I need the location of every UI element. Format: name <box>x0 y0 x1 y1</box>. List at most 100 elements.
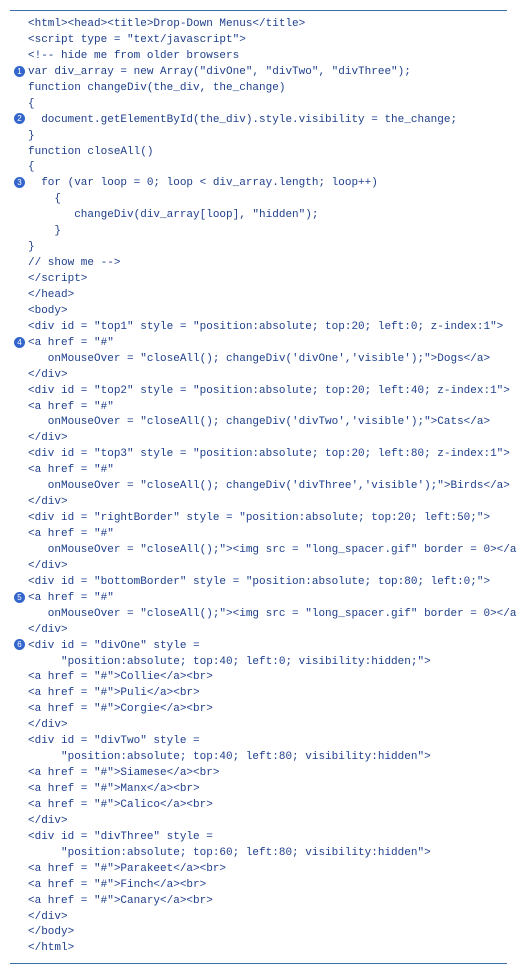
code-line: { <box>14 160 503 176</box>
callout-bullet: 4 <box>14 336 28 351</box>
code-line: changeDiv(div_array[loop], "hidden"); <box>14 208 503 224</box>
code-text: document.getElementById(the_div).style.v… <box>28 113 457 129</box>
code-text: <div id = "rightBorder" style = "positio… <box>28 511 490 527</box>
code-line: <script type = "text/javascript"> <box>14 33 503 49</box>
code-text: <a href = "#">Siamese</a><br> <box>28 766 219 782</box>
code-text: <!-- hide me from older browsers <box>28 49 239 65</box>
code-text: onMouseOver = "closeAll();"><img src = "… <box>28 607 517 623</box>
code-text: "position:absolute; top:40; left:0; visi… <box>28 655 431 671</box>
code-text: <div id = "divThree" style = <box>28 830 213 846</box>
code-line: 3 for (var loop = 0; loop < div_array.le… <box>14 176 503 192</box>
code-line: } <box>14 240 503 256</box>
code-line: 4<a href = "#" <box>14 336 503 352</box>
code-text: <a href = "#">Collie</a><br> <box>28 670 213 686</box>
code-line: <div id = "top3" style = "position:absol… <box>14 447 503 463</box>
code-line: <body> <box>14 304 503 320</box>
code-line: onMouseOver = "closeAll(); changeDiv('di… <box>14 415 503 431</box>
code-text: { <box>28 160 35 176</box>
code-text: <a href = "#" <box>28 527 114 543</box>
callout-number: 5 <box>14 592 25 603</box>
code-text: } <box>28 224 61 240</box>
code-text: </script> <box>28 272 87 288</box>
code-line: onMouseOver = "closeAll(); changeDiv('di… <box>14 352 503 368</box>
callout-bullet: 3 <box>14 176 28 191</box>
code-text: } <box>28 129 35 145</box>
code-line: </div> <box>14 910 503 926</box>
code-line: // show me --> <box>14 256 503 272</box>
code-line: <a href = "#" <box>14 400 503 416</box>
code-line: onMouseOver = "closeAll();"><img src = "… <box>14 543 503 559</box>
code-text: onMouseOver = "closeAll(); changeDiv('di… <box>28 479 510 495</box>
callout-bullet: 6 <box>14 639 28 654</box>
code-text: "position:absolute; top:40; left:80; vis… <box>28 750 431 766</box>
code-line: </body> <box>14 925 503 941</box>
code-text: <div id = "top3" style = "position:absol… <box>28 447 510 463</box>
callout-number: 4 <box>14 337 25 348</box>
code-text: { <box>28 192 61 208</box>
code-text: var div_array = new Array("divOne", "div… <box>28 65 411 81</box>
code-line: <a href = "#" <box>14 463 503 479</box>
callout-number: 6 <box>14 639 25 650</box>
code-text: <body> <box>28 304 68 320</box>
code-line: </div> <box>14 368 503 384</box>
code-text: <a href = "#" <box>28 591 114 607</box>
callout-number: 2 <box>14 113 25 124</box>
code-line: </div> <box>14 623 503 639</box>
code-text: changeDiv(div_array[loop], "hidden"); <box>28 208 318 224</box>
code-text: } <box>28 240 35 256</box>
code-text: function changeDiv(the_div, the_change) <box>28 81 285 97</box>
callout-bullet: 2 <box>14 113 28 128</box>
callout-number: 3 <box>14 177 25 188</box>
code-text: <script type = "text/javascript"> <box>28 33 246 49</box>
code-line: </div> <box>14 718 503 734</box>
code-line: <div id = "divThree" style = <box>14 830 503 846</box>
code-line: </div> <box>14 814 503 830</box>
code-line: function changeDiv(the_div, the_change) <box>14 81 503 97</box>
code-line: <div id = "divTwo" style = <box>14 734 503 750</box>
code-line: <a href = "#">Finch</a><br> <box>14 878 503 894</box>
code-text: <a href = "#">Parakeet</a><br> <box>28 862 226 878</box>
code-text: "position:absolute; top:60; left:80; vis… <box>28 846 431 862</box>
code-line: <a href = "#">Parakeet</a><br> <box>14 862 503 878</box>
code-text: </head> <box>28 288 74 304</box>
code-line: <div id = "bottomBorder" style = "positi… <box>14 575 503 591</box>
code-text: <a href = "#">Manx</a><br> <box>28 782 200 798</box>
code-listing: <html><head><title>Drop-Down Menus</titl… <box>10 10 507 964</box>
code-text: // show me --> <box>28 256 120 272</box>
code-line: } <box>14 224 503 240</box>
code-text: <a href = "#">Corgie</a><br> <box>28 702 213 718</box>
code-text: </div> <box>28 910 68 926</box>
code-text: <a href = "#" <box>28 463 114 479</box>
code-line: onMouseOver = "closeAll(); changeDiv('di… <box>14 479 503 495</box>
code-line: { <box>14 192 503 208</box>
code-text: </div> <box>28 495 68 511</box>
code-text: </body> <box>28 925 74 941</box>
code-text: <a href = "#">Finch</a><br> <box>28 878 206 894</box>
code-line: 2 document.getElementById(the_div).style… <box>14 113 503 129</box>
code-line: </div> <box>14 495 503 511</box>
code-text: <a href = "#" <box>28 336 114 352</box>
code-text: <div id = "top2" style = "position:absol… <box>28 384 510 400</box>
code-line: </head> <box>14 288 503 304</box>
code-line: { <box>14 97 503 113</box>
code-line: <!-- hide me from older browsers <box>14 49 503 65</box>
code-line: <a href = "#" <box>14 527 503 543</box>
code-text: </html> <box>28 941 74 957</box>
callout-bullet: 5 <box>14 591 28 606</box>
code-text: <html><head><title>Drop-Down Menus</titl… <box>28 17 305 33</box>
code-text: <a href = "#">Canary</a><br> <box>28 894 213 910</box>
callout-bullet: 1 <box>14 65 28 80</box>
callout-number: 1 <box>14 66 25 77</box>
code-line: onMouseOver = "closeAll();"><img src = "… <box>14 607 503 623</box>
code-text: for (var loop = 0; loop < div_array.leng… <box>28 176 378 192</box>
code-text: </div> <box>28 718 68 734</box>
code-line: function closeAll() <box>14 145 503 161</box>
code-text: </div> <box>28 623 68 639</box>
code-line: <div id = "rightBorder" style = "positio… <box>14 511 503 527</box>
code-line: </script> <box>14 272 503 288</box>
code-line: } <box>14 129 503 145</box>
code-line: <html><head><title>Drop-Down Menus</titl… <box>14 17 503 33</box>
code-line: <a href = "#">Manx</a><br> <box>14 782 503 798</box>
code-line: "position:absolute; top:40; left:80; vis… <box>14 750 503 766</box>
code-line: <a href = "#">Puli</a><br> <box>14 686 503 702</box>
